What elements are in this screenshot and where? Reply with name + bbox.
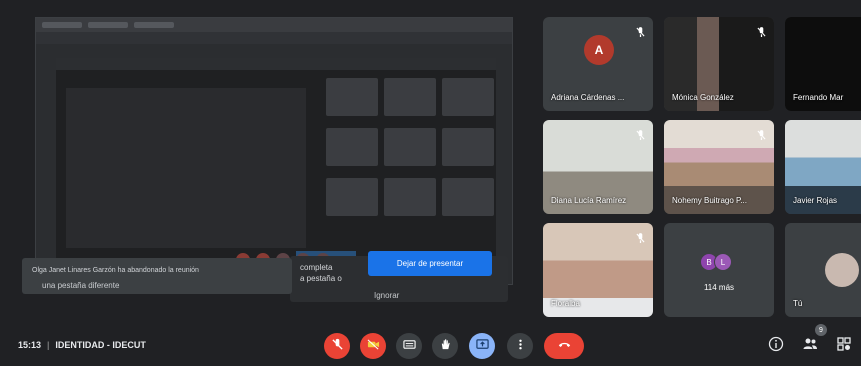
- left-meeting-toast: Olga Janet Linares Garzón ha abandonado …: [22, 258, 292, 294]
- mic-muted-icon: [757, 128, 766, 140]
- mic-muted-icon: [636, 231, 645, 243]
- raise-hand-button[interactable]: [432, 333, 458, 359]
- participant-tile[interactable]: A Adriana Cárdenas ...: [543, 17, 653, 111]
- shared-meet-window: [56, 58, 496, 273]
- presentation-stage: completa a pestaña o Ignorar Dejar de pr…: [0, 0, 535, 320]
- shared-browser-tabbar: [36, 18, 512, 32]
- captions-icon: [402, 338, 416, 354]
- mic-toggle-button[interactable]: [324, 333, 350, 359]
- captions-button[interactable]: [396, 333, 422, 359]
- more-vert-icon: [514, 338, 527, 354]
- participant-tile[interactable]: Mónica González: [664, 17, 774, 111]
- present-now-button[interactable]: [469, 333, 495, 359]
- toast-sub-text: una pestaña diferente: [42, 281, 120, 290]
- meeting-title: IDENTIDAD - IDECUT: [55, 340, 146, 350]
- present-icon: [475, 338, 489, 354]
- participant-name: Diana Lucía Ramírez: [551, 196, 627, 205]
- more-options-button[interactable]: [507, 333, 533, 359]
- hangup-icon: [558, 338, 571, 354]
- people-icon: [802, 336, 818, 357]
- participant-name: Floralba: [551, 299, 580, 308]
- activities-icon: [836, 336, 852, 357]
- toast-message: Olga Janet Linares Garzón ha abandonado …: [32, 267, 199, 274]
- mic-muted-icon: [636, 25, 645, 37]
- mic-muted-icon: [636, 128, 645, 140]
- participant-name: Tú: [793, 299, 803, 308]
- more-participants-tile[interactable]: B L 114 más: [664, 223, 774, 317]
- camera-off-icon: [367, 338, 380, 354]
- hand-icon: [439, 338, 452, 354]
- mic-off-icon: [331, 338, 344, 354]
- avatar: [825, 253, 859, 287]
- stop-presenting-button[interactable]: Dejar de presentar: [368, 251, 492, 276]
- more-participants-label: 114 más: [703, 283, 735, 292]
- bottom-toolbar: 15:13 | IDENTIDAD - IDECUT 9: [0, 322, 861, 366]
- self-tile[interactable]: Tú: [785, 223, 861, 317]
- shared-screen: [35, 17, 513, 285]
- participant-name: Javier Rojas: [793, 196, 838, 205]
- shared-address-bar: [36, 32, 512, 44]
- avatar: L: [714, 253, 732, 271]
- meeting-time: 15:13: [18, 340, 42, 350]
- participant-tile[interactable]: Nohemy Buitrago P...: [664, 120, 774, 214]
- participants-count-badge: 9: [815, 324, 827, 336]
- participant-tile[interactable]: Diana Lucía Ramírez: [543, 120, 653, 214]
- participants-button[interactable]: [800, 336, 820, 356]
- ignore-button[interactable]: Ignorar: [374, 290, 399, 301]
- mic-muted-icon: [757, 25, 766, 37]
- avatar: A: [584, 35, 614, 65]
- meeting-separator: |: [47, 340, 50, 350]
- participant-name: Fernando Mar: [793, 93, 844, 102]
- info-icon: [768, 336, 784, 357]
- meeting-details-button[interactable]: [766, 336, 786, 356]
- participant-name: Adriana Cárdenas ...: [551, 93, 625, 102]
- participant-tile[interactable]: Floralba: [543, 223, 653, 317]
- participant-tile[interactable]: Fernando Mar: [785, 17, 861, 111]
- participant-name: Nohemy Buitrago P...: [672, 196, 748, 205]
- activities-button[interactable]: [834, 336, 854, 356]
- camera-toggle-button[interactable]: [360, 333, 386, 359]
- participant-tile[interactable]: Javier Rojas: [785, 120, 861, 214]
- more-avatars: B L: [700, 253, 732, 271]
- meeting-info: 15:13 | IDENTIDAD - IDECUT: [18, 340, 146, 350]
- participant-name: Mónica González: [672, 93, 734, 102]
- leave-call-button[interactable]: [544, 333, 584, 359]
